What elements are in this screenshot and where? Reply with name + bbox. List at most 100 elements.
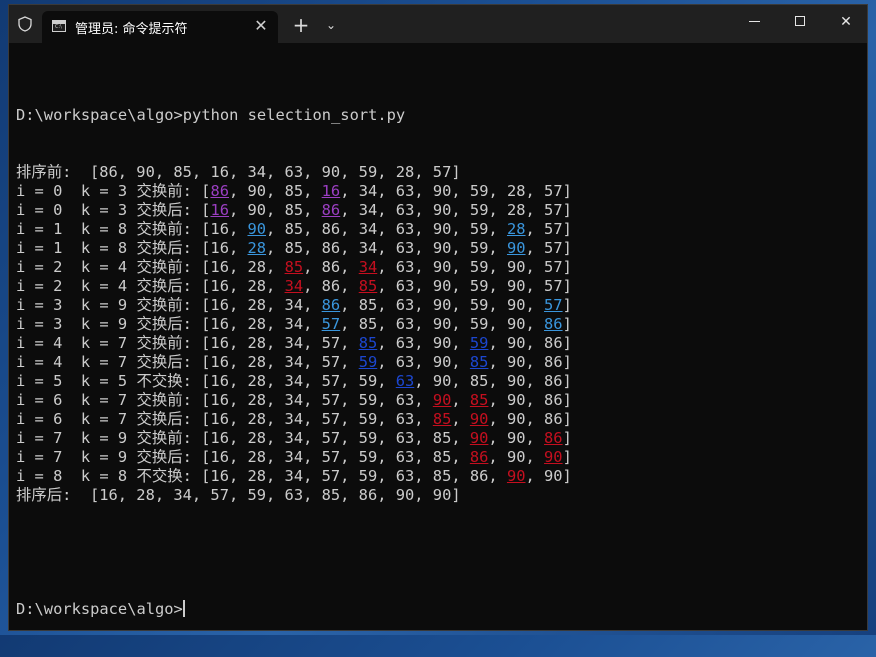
output-line: i = 6 k = 7 交换前: [16, 28, 34, 57, 59, 63… [16,391,861,410]
prompt-line[interactable]: D:\workspace\algo> [16,600,861,619]
maximize-button[interactable] [778,5,824,39]
highlighted-value: 90 [506,467,526,485]
output-text: , 57] [525,220,572,238]
output-text: , 85, 63, 90, 59, 90, [340,296,545,314]
output-line: i = 2 k = 4 交换后: [16, 28, 34, 86, 85, 63… [16,277,861,296]
highlighted-value: 63 [395,372,415,390]
output-text: i = 2 k = 4 交换前: [16, 28, [16,258,285,276]
tab-dropdown-button[interactable]: ⌄ [320,13,342,37]
admin-shield-icon [18,16,32,32]
highlighted-value: 59 [469,334,489,352]
new-tab-button[interactable]: + [288,13,314,37]
output-text: , 90, 85, [228,201,322,219]
highlighted-value: 86 [544,429,563,447]
highlighted-value: 85 [469,391,489,409]
highlighted-value: 86 [321,296,341,314]
output-text: ] [562,429,572,447]
output-text: ] [562,315,572,333]
output-text: , 90, [488,429,545,447]
output-text: i = 8 k = 8 不交换: [16, 28, 34, 57, 59, 63… [16,467,507,485]
highlighted-value: 85 [284,258,304,276]
highlighted-value: 34 [358,258,378,276]
close-tab-button[interactable]: ✕ [250,15,272,37]
output-text: , 34, 63, 90, 59, 28, 57] [340,182,572,200]
highlighted-value: 90 [432,391,452,409]
output-text: , 63, 90, [377,353,470,371]
output-line: i = 8 k = 8 不交换: [16, 28, 34, 57, 59, 63… [16,467,861,486]
output-text: , 63, 90, 59, 90, 57] [377,258,572,276]
output-text: i = 3 k = 9 交换后: [16, 28, 34, [16,315,322,333]
tab-title: 管理员: 命令提示符 [75,22,188,37]
output-line: i = 0 k = 3 交换后: [16, 90, 85, 86, 34, 63… [16,201,861,220]
output-text: , 85, 86, 34, 63, 90, 59, [266,220,507,238]
output-text: i = 0 k = 3 交换前: [ [16,182,211,200]
highlighted-value: 90 [247,220,267,238]
output-text: , 90, 85, [228,182,322,200]
highlighted-value: 90 [469,429,489,447]
output-line: i = 5 k = 5 不交换: [16, 28, 34, 57, 59, 63… [16,372,861,391]
output-text: , 85, 86, 34, 63, 90, 59, [266,239,507,257]
highlighted-value: 85 [358,277,378,295]
prompt-path: D:\workspace\algo> [16,600,183,618]
output-text: i = 1 k = 8 交换前: [16, [16,220,248,238]
output-line: 排序后: [16, 28, 34, 57, 59, 63, 85, 86, 90… [16,486,861,505]
output-text: , 63, 90, 59, 90, 57] [377,277,572,295]
output-text: i = 4 k = 7 交换后: [16, 28, 34, 57, [16,353,359,371]
output-line: i = 3 k = 9 交换后: [16, 28, 34, 57, 85, 63… [16,315,861,334]
output-text: i = 7 k = 9 交换前: [16, 28, 34, 57, 59, 63… [16,429,470,447]
output-text: i = 2 k = 4 交换后: [16, 28, [16,277,285,295]
output-line: i = 7 k = 9 交换前: [16, 28, 34, 57, 59, 63… [16,429,861,448]
terminal-window: C:\ 管理员: 命令提示符 ✕ + ⌄ ✕ D:\workspace\algo… [8,4,868,631]
close-window-button[interactable]: ✕ [823,5,869,39]
output-text: , 86, [303,258,359,276]
output-line: i = 4 k = 7 交换后: [16, 28, 34, 57, 59, 63… [16,353,861,372]
output-text: ] [562,296,572,314]
output-text: i = 5 k = 5 不交换: [16, 28, 34, 57, 59, [16,372,396,390]
output-text: 排序后: [16, 28, 34, 57, 59, 63, 85, 86, 90… [16,486,461,504]
highlighted-value: 59 [358,353,378,371]
terminal-icon-text: C:\ [55,24,62,30]
output-line: i = 2 k = 4 交换前: [16, 28, 85, 86, 34, 63… [16,258,861,277]
output-text: , 90, 86] [488,353,572,371]
output-text: , [451,391,470,409]
output-line: i = 0 k = 3 交换前: [86, 90, 85, 16, 34, 63… [16,182,861,201]
highlighted-value: 90 [469,410,489,428]
output-text: , [451,410,470,428]
output-line: i = 1 k = 8 交换后: [16, 28, 85, 86, 34, 63… [16,239,861,258]
highlighted-value: 57 [321,315,341,333]
minimize-button[interactable] [732,5,778,39]
highlighted-value: 57 [544,296,563,314]
tab-command-prompt[interactable]: C:\ 管理员: 命令提示符 ✕ [42,11,278,43]
highlighted-value: 16 [321,182,341,200]
output-text: i = 0 k = 3 交换后: [ [16,201,211,219]
output-text: , 85, 63, 90, 59, 90, [340,315,545,333]
highlighted-value: 90 [506,239,526,257]
terminal-icon: C:\ [52,20,66,32]
highlighted-value: 86 [544,315,563,333]
maximize-icon [795,16,805,26]
highlighted-value: 28 [506,220,526,238]
output-text: , 90] [525,467,572,485]
output-line: i = 4 k = 7 交换前: [16, 28, 34, 57, 85, 63… [16,334,861,353]
highlighted-value: 85 [469,353,489,371]
console-output[interactable]: D:\workspace\algo>python selection_sort.… [16,68,861,657]
output-text: , 34, 63, 90, 59, 28, 57] [340,201,572,219]
text-cursor [182,600,185,617]
output-text: i = 6 k = 7 交换前: [16, 28, 34, 57, 59, 63… [16,391,433,409]
output-text: , 90, 86] [488,334,572,352]
output-line: 排序前: [86, 90, 85, 16, 34, 63, 90, 59, 28… [16,163,861,182]
output-text: , 57] [525,239,572,257]
output-text: i = 1 k = 8 交换后: [16, [16,239,248,257]
highlighted-value: 86 [321,201,341,219]
minimize-icon [749,21,760,22]
output-lines: 排序前: [86, 90, 85, 16, 34, 63, 90, 59, 28… [16,163,861,505]
highlighted-value: 86 [210,182,229,200]
highlighted-value: 90 [544,448,563,466]
highlighted-value: 85 [432,410,452,428]
output-line: i = 3 k = 9 交换前: [16, 28, 34, 86, 85, 63… [16,296,861,315]
output-text: ] [562,448,572,466]
output-text: , 90, 85, 90, 86] [414,372,572,390]
highlighted-value: 86 [469,448,489,466]
output-text: i = 3 k = 9 交换前: [16, 28, 34, [16,296,322,314]
